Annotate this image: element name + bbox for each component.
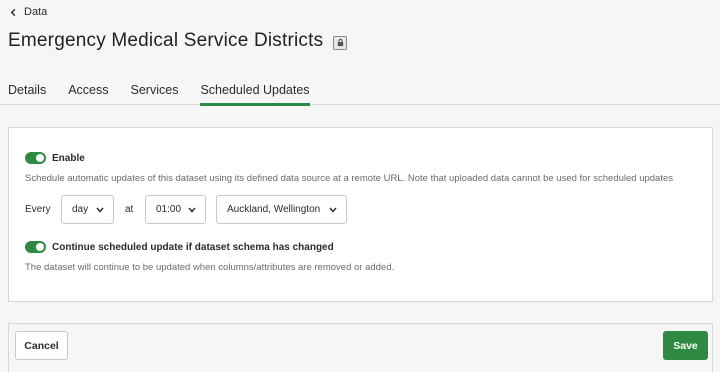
tab-scheduled-updates[interactable]: Scheduled Updates bbox=[200, 78, 310, 106]
chevron-left-icon bbox=[10, 8, 16, 16]
back-link[interactable]: Data bbox=[9, 6, 47, 18]
tab-access[interactable]: Access bbox=[68, 78, 108, 105]
enable-toggle[interactable] bbox=[25, 152, 46, 164]
scheduled-updates-panel: Enable Schedule automatic updates of thi… bbox=[8, 127, 713, 302]
continue-help-text: The dataset will continue to be updated … bbox=[25, 262, 395, 273]
page-title: Emergency Medical Service Districts bbox=[8, 30, 324, 51]
continue-on-schema-change-toggle[interactable] bbox=[25, 241, 46, 253]
chevron-down-icon bbox=[329, 207, 337, 213]
frequency-select[interactable]: day bbox=[61, 195, 114, 224]
at-label: at bbox=[125, 204, 134, 215]
back-link-label: Data bbox=[24, 6, 48, 18]
every-label: Every bbox=[25, 204, 51, 215]
enable-label: Enable bbox=[52, 152, 85, 164]
frequency-value: day bbox=[72, 204, 89, 215]
tab-bar: Details Access Services Scheduled Update… bbox=[0, 78, 720, 106]
tab-details[interactable]: Details bbox=[8, 78, 46, 105]
time-value: 01:00 bbox=[156, 204, 182, 215]
cancel-button[interactable]: Cancel bbox=[15, 331, 68, 360]
timezone-value: Auckland, Wellington bbox=[227, 204, 321, 215]
chevron-down-icon bbox=[188, 207, 196, 213]
tab-services[interactable]: Services bbox=[131, 78, 179, 105]
time-select[interactable]: 01:00 bbox=[145, 195, 206, 224]
chevron-down-icon bbox=[96, 207, 104, 213]
continue-on-schema-change-label: Continue scheduled update if dataset sch… bbox=[52, 241, 334, 253]
timezone-select[interactable]: Auckland, Wellington bbox=[216, 195, 347, 224]
save-button[interactable]: Save bbox=[663, 331, 708, 360]
lock-icon bbox=[333, 35, 348, 50]
enable-help-text: Schedule automatic updates of this datas… bbox=[25, 173, 674, 184]
action-footer: Cancel Save bbox=[8, 323, 713, 372]
